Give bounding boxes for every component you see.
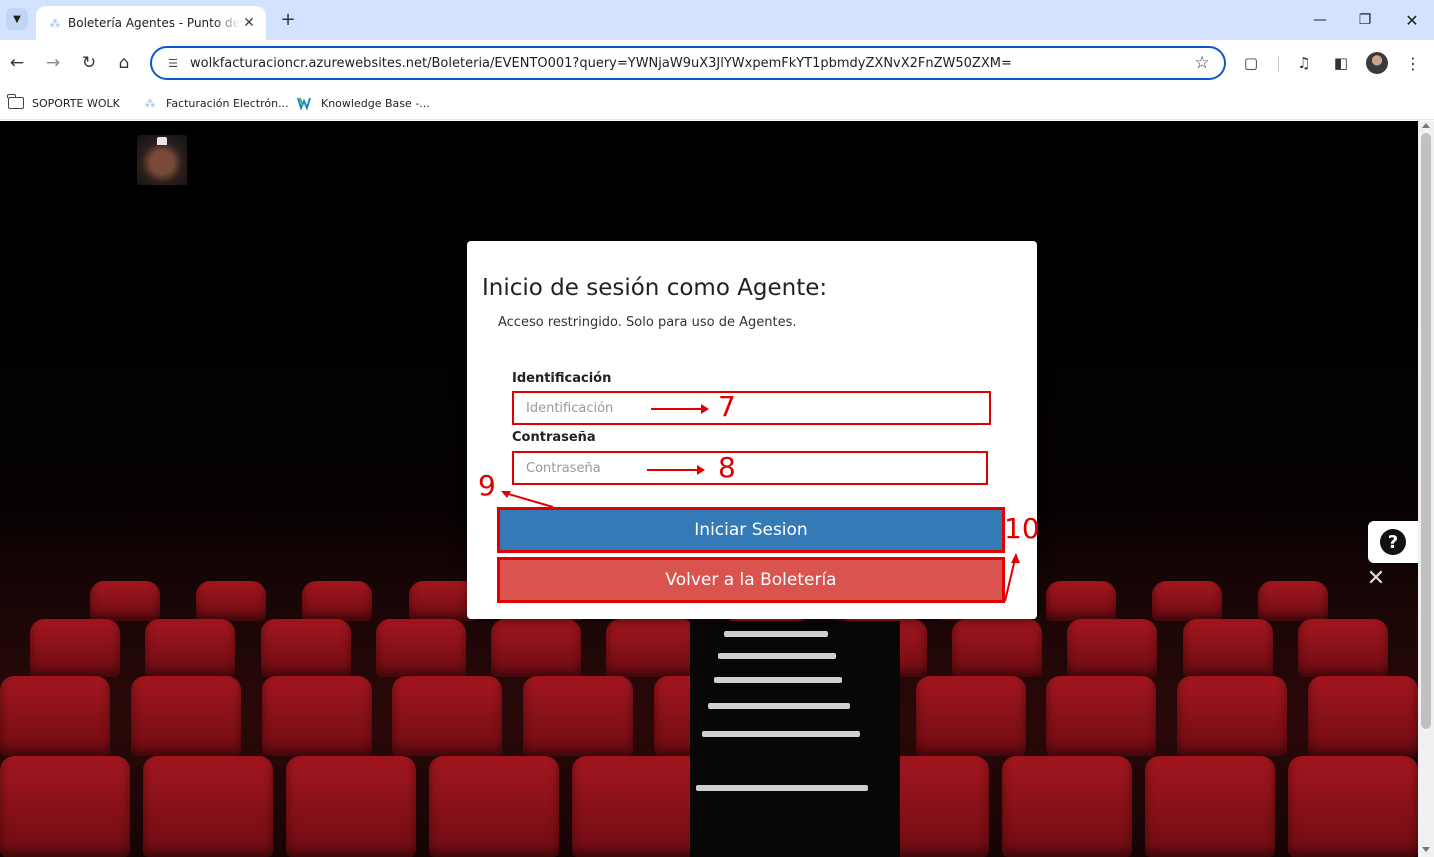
password-label: Contraseña <box>512 430 596 445</box>
agent-login-card: Inicio de sesión como Agente: Acceso res… <box>467 241 1040 619</box>
bookmark-knowledge-base[interactable]: Knowledge Base -... <box>297 94 430 112</box>
puzzle-icon[interactable]: ▢ <box>1240 52 1262 74</box>
close-help-icon[interactable]: ✕ <box>1365 566 1387 591</box>
identification-input[interactable] <box>512 391 991 425</box>
scrollbar-thumb[interactable] <box>1421 133 1431 729</box>
aisle-steps-background <box>690 621 900 857</box>
site-logo[interactable] <box>137 135 187 185</box>
password-input[interactable] <box>512 451 988 485</box>
arrow-right-icon[interactable]: → <box>42 52 64 74</box>
toolbar-divider <box>1278 56 1279 72</box>
annotation-arrow-9 <box>501 491 554 508</box>
side-panel-icon[interactable]: ◧ <box>1330 52 1352 74</box>
tab-title: Boletería Agentes - Punto de Venta <box>68 16 240 30</box>
annotation-arrow-10 <box>1004 553 1020 602</box>
login-subtitle: Acceso restringido. Solo para uso de Age… <box>498 315 797 330</box>
bookmark-label: SOPORTE WOLK <box>32 96 120 110</box>
browser-toolbar: ← → ↻ ⌂ ☰ wolkfacturacioncr.azurewebsite… <box>0 40 1434 86</box>
plus-icon[interactable]: + <box>278 9 298 30</box>
address-bar[interactable]: ☰ wolkfacturacioncr.azurewebsites.net/Bo… <box>150 46 1226 80</box>
annotation-number-7: 7 <box>718 390 736 423</box>
back-to-ticketing-button[interactable]: Volver a la Boletería <box>497 557 1005 603</box>
annotation-number-9: 9 <box>478 469 496 502</box>
scroll-down-icon[interactable] <box>1422 847 1430 852</box>
close-icon[interactable]: ✕ <box>1400 8 1424 32</box>
login-button[interactable]: Iniciar Sesion <box>497 507 1005 553</box>
bookmarks-bar: SOPORTE WOLK ⁂ Facturación Electrón... K… <box>0 86 1434 120</box>
identification-label: Identificación <box>512 371 612 386</box>
page-scrollbar[interactable] <box>1418 121 1434 857</box>
star-icon[interactable]: ☆ <box>1192 53 1212 73</box>
minimize-icon[interactable]: — <box>1308 8 1332 32</box>
home-icon[interactable]: ⌂ <box>113 52 135 74</box>
arrow-left-icon[interactable]: ← <box>6 52 28 74</box>
help-icon: ? <box>1380 529 1406 555</box>
url-text[interactable]: wolkfacturacioncr.azurewebsites.net/Bole… <box>190 56 1192 71</box>
help-button[interactable]: ? <box>1368 521 1418 563</box>
annotation-arrow-8 <box>647 465 705 475</box>
folder-icon <box>7 94 24 110</box>
wolk-logo-icon <box>297 96 313 110</box>
avatar[interactable] <box>1366 52 1388 74</box>
browser-tabstrip: ▼ ⁂ Boletería Agentes - Punto de Venta ✕… <box>0 0 1434 40</box>
bookmark-facturacion[interactable]: ⁂ Facturación Electrón... <box>142 94 289 112</box>
reload-icon[interactable]: ↻ <box>78 52 100 74</box>
bookmark-label: Facturación Electrón... <box>166 96 289 110</box>
annotation-number-10: 10 <box>1004 512 1040 545</box>
chevron-down-icon[interactable]: ▼ <box>6 8 28 30</box>
kebab-menu-icon[interactable]: ⋮ <box>1402 52 1424 74</box>
bookmark-soporte-wolk[interactable]: SOPORTE WOLK <box>7 94 120 112</box>
annotation-arrow-7 <box>651 404 709 414</box>
favicon-icon: ⁂ <box>49 16 61 30</box>
page-title: Inicio de sesión como Agente: <box>482 275 828 301</box>
tab-close-icon[interactable]: ✕ <box>240 14 258 32</box>
site-info-icon[interactable]: ☰ <box>164 54 182 72</box>
bookmark-label: Knowledge Base -... <box>321 96 430 110</box>
media-icon[interactable]: ♫ <box>1293 52 1315 74</box>
scroll-up-icon[interactable] <box>1422 123 1430 128</box>
browser-tab[interactable]: ⁂ Boletería Agentes - Punto de Venta ✕ <box>36 6 266 40</box>
page-viewport: Inicio de sesión como Agente: Acceso res… <box>0 121 1418 857</box>
annotation-number-8: 8 <box>718 451 736 484</box>
restore-icon[interactable]: ❐ <box>1353 8 1377 32</box>
favicon-icon: ⁂ <box>144 96 156 110</box>
